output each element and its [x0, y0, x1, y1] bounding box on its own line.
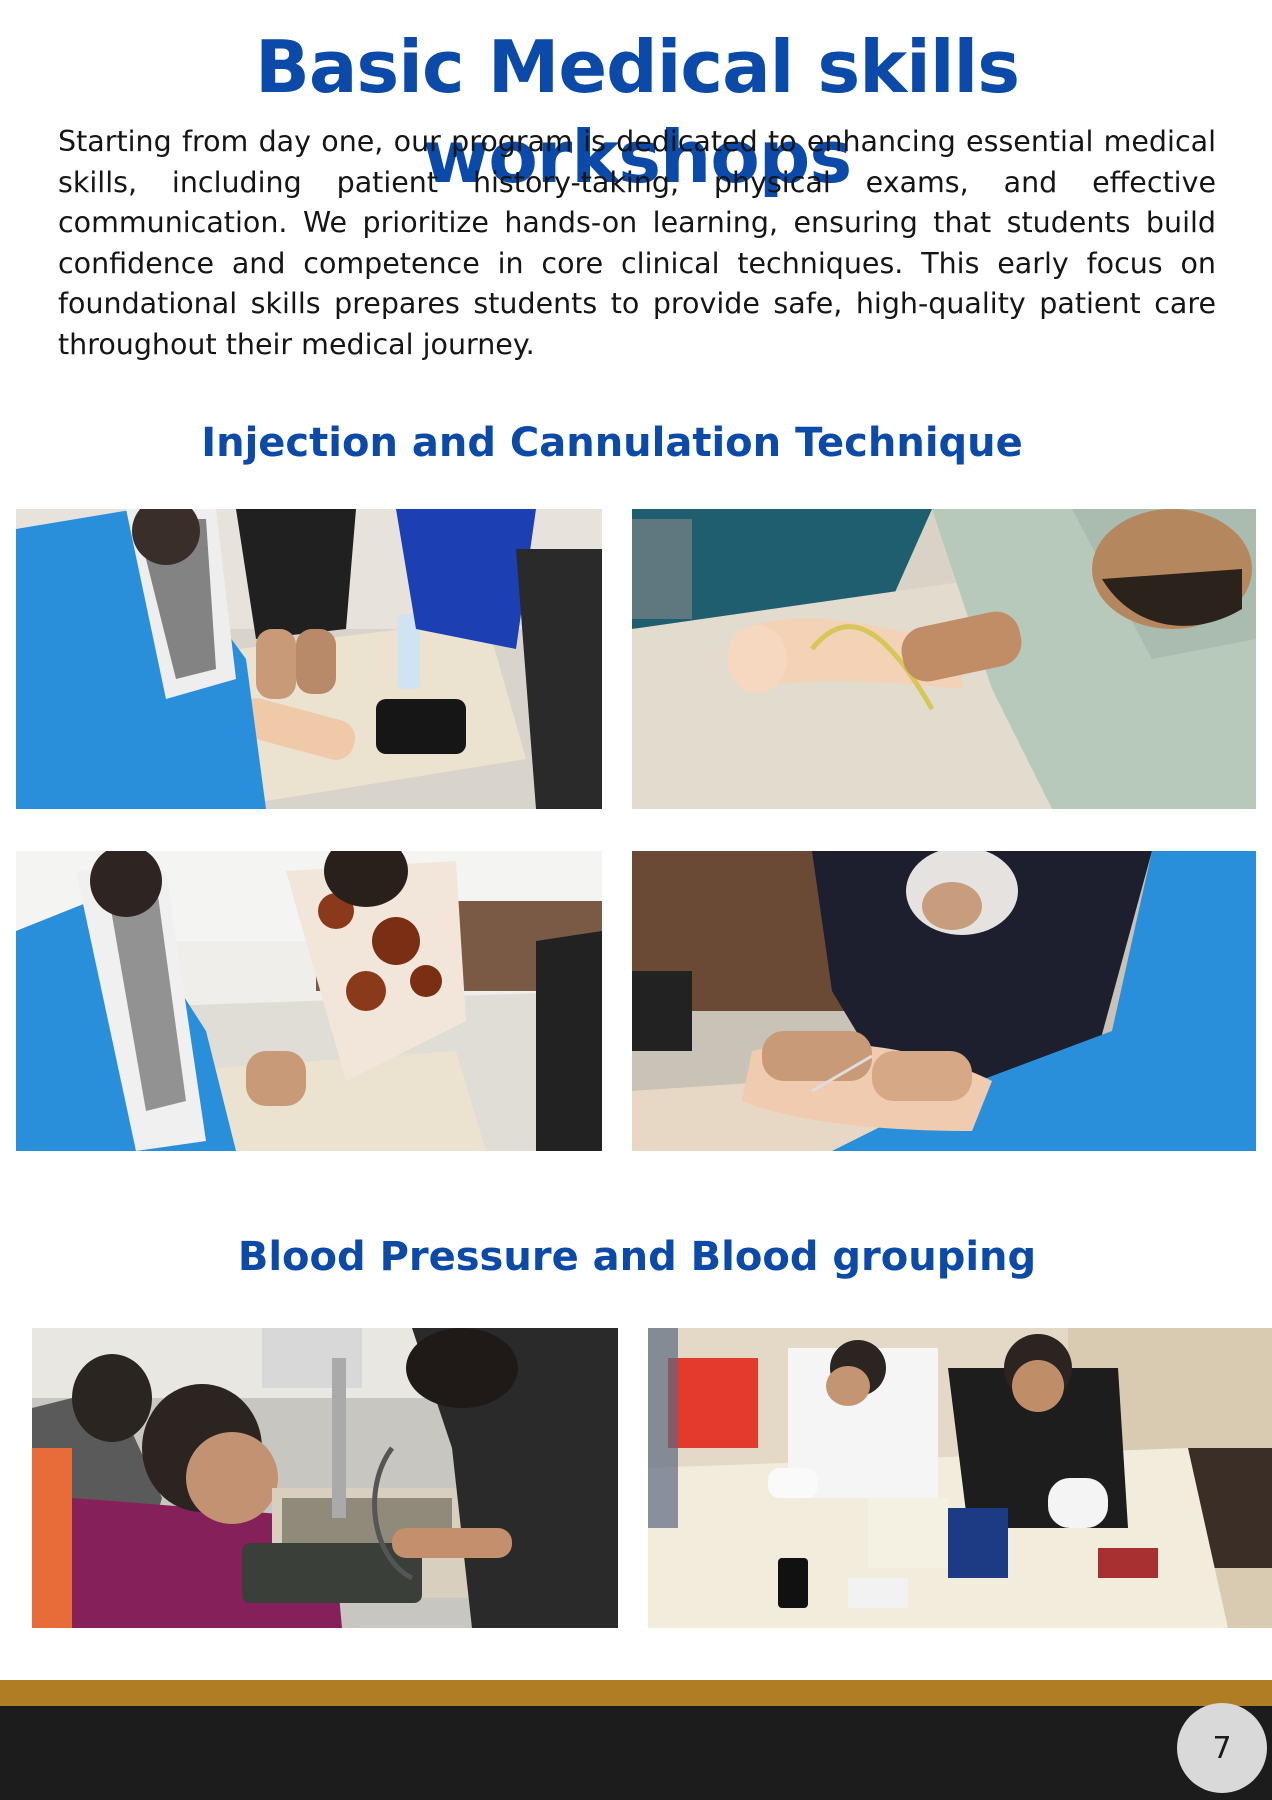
intro-paragraph: Starting from day one, our program is de… [58, 125, 1216, 361]
footer-dark-band [0, 1706, 1272, 1800]
photo-injection-training-3 [16, 851, 602, 1151]
section-title-injection: Injection and Cannulation Technique [201, 420, 1023, 466]
page-number-badge: 7 [1177, 1703, 1267, 1793]
photo-blood-grouping-training [648, 1328, 1272, 1628]
photo-blood-pressure-training [32, 1328, 618, 1628]
photo-injection-training-1 [16, 509, 602, 809]
footer-gold-band [0, 1680, 1272, 1706]
section-title-blood-pressure: Blood Pressure and Blood grouping [237, 1234, 1037, 1280]
photo-injection-training-4 [632, 851, 1256, 1151]
photo-injection-training-2 [632, 509, 1256, 809]
